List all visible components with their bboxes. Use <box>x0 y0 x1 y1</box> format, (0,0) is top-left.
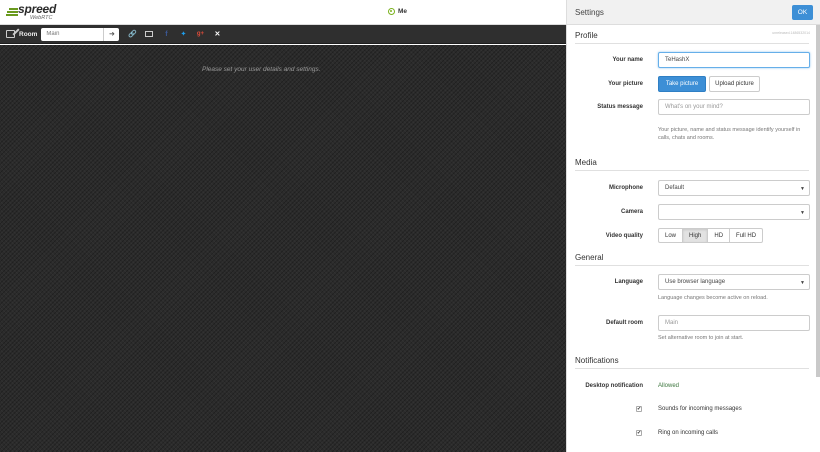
video-quality-label: Video quality <box>605 233 643 239</box>
language-help-text: Language changes become active on reload… <box>658 295 768 301</box>
settings-scrollbar[interactable] <box>816 25 820 377</box>
user-name: Me <box>398 8 408 15</box>
ring-label: Ring on incoming calls <box>658 430 719 436</box>
room-label: Room <box>19 30 38 38</box>
logo-mark-icon <box>6 8 18 16</box>
default-room-label: Default room <box>605 320 643 326</box>
default-room-help-text: Set alternative room to join at start. <box>658 335 744 341</box>
status-message-placeholder: What's on your mind? <box>665 104 723 110</box>
twitter-icon[interactable]: ✦ <box>179 30 187 39</box>
sign-in-icon[interactable]: ➜ <box>103 27 120 41</box>
microphone-select[interactable]: Default ▼ <box>658 180 810 196</box>
chevron-down-icon: ▼ <box>800 186 805 192</box>
quality-option-hd[interactable]: HD <box>707 228 731 243</box>
language-value: Use browser language <box>665 279 726 285</box>
facebook-icon[interactable]: f <box>162 30 170 39</box>
video-quality-selector: Low High HD Full HD <box>658 228 764 243</box>
profile-divider <box>575 43 809 44</box>
your-name-input[interactable]: TeHashX <box>658 52 810 68</box>
your-picture-label: Your picture <box>608 81 643 87</box>
spreed-logo: spreed WebRTC <box>6 2 66 22</box>
take-picture-button[interactable]: Take picture <box>658 76 706 92</box>
upload-picture-button[interactable]: Upload picture <box>709 76 760 92</box>
main-stage: Please set your user details and setting… <box>0 45 566 452</box>
settings-panel: Settings OK unreleased.1486532014 Profil… <box>566 0 820 452</box>
camera-select[interactable]: ▼ <box>658 204 810 220</box>
mail-icon[interactable] <box>145 31 154 37</box>
xing-icon[interactable]: ✕ <box>213 30 221 39</box>
language-select[interactable]: Use browser language ▼ <box>658 274 810 290</box>
edit-room-icon[interactable] <box>6 30 15 38</box>
quality-option-low[interactable]: Low <box>658 228 684 243</box>
microphone-value: Default <box>665 185 685 191</box>
default-room-input[interactable]: Main <box>658 315 810 331</box>
settings-header: Settings OK <box>567 0 820 25</box>
sounds-checkbox[interactable]: ✔ <box>636 406 642 412</box>
ring-checkbox[interactable]: ✔ <box>636 430 642 436</box>
camera-label: Camera <box>620 209 643 215</box>
your-name-value: TeHashX <box>665 57 690 63</box>
google-plus-icon[interactable]: g+ <box>196 30 204 39</box>
desktop-notification-label: Desktop notification <box>585 383 643 389</box>
notifications-divider <box>575 368 809 369</box>
ok-button[interactable]: OK <box>792 5 813 20</box>
language-label: Language <box>614 279 643 285</box>
chevron-down-icon: ▼ <box>800 280 805 286</box>
sounds-label: Sounds for incoming messages <box>658 406 742 412</box>
general-divider <box>575 265 809 266</box>
build-version: unreleased.1486532014 <box>772 31 810 35</box>
chevron-down-icon: ▼ <box>800 210 805 216</box>
settings-title: Settings <box>575 8 604 17</box>
profile-heading: Profile <box>575 31 598 40</box>
status-message-label: Status message <box>597 104 643 110</box>
top-header: spreed WebRTC Me <box>0 0 566 25</box>
desktop-notification-status: Allowed <box>658 383 680 389</box>
microphone-label: Microphone <box>609 185 643 191</box>
status-message-input[interactable]: What's on your mind? <box>658 99 810 115</box>
notifications-heading: Notifications <box>575 356 619 365</box>
link-icon[interactable]: 🔗 <box>128 30 137 39</box>
stage-hint-text: Please set your user details and setting… <box>202 66 321 73</box>
general-heading: General <box>575 253 604 262</box>
room-input[interactable] <box>41 27 104 41</box>
logo-sub-text: WebRTC <box>30 15 53 21</box>
profile-help-text: Your picture, name and status message id… <box>658 127 801 141</box>
quality-option-high[interactable]: High <box>682 228 709 243</box>
default-room-placeholder: Main <box>665 320 679 326</box>
quality-option-full-hd[interactable]: Full HD <box>729 228 764 243</box>
your-name-label: Your name <box>612 57 643 63</box>
user-status-button[interactable]: Me <box>388 8 407 15</box>
media-divider <box>575 170 809 171</box>
online-status-icon <box>388 8 395 15</box>
room-toolbar: Room ➜ 🔗 f ✦ g+ ✕ <box>0 25 566 44</box>
logo-brand-text: spreed <box>18 2 57 16</box>
media-heading: Media <box>575 158 597 167</box>
